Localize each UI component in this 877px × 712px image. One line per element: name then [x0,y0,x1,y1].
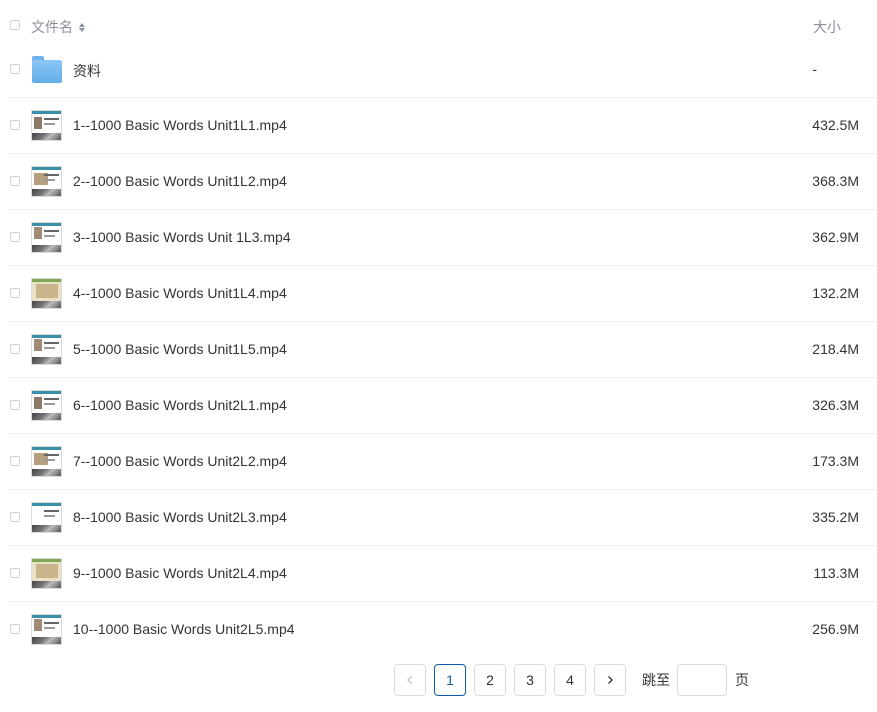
row-checkbox[interactable] [10,400,20,410]
file-name[interactable]: 2--1000 Basic Words Unit1L2.mp4 [73,173,287,189]
file-row[interactable]: 4--1000 Basic Words Unit1L4.mp4 132.2M [8,266,877,322]
file-row[interactable]: 3--1000 Basic Words Unit 1L3.mp4 362.9M [8,210,877,266]
chevron-right-icon [608,676,613,684]
file-size: 132.2M [812,285,859,301]
file-row[interactable]: 2--1000 Basic Words Unit1L2.mp4 368.3M [8,154,877,210]
file-name[interactable]: 10--1000 Basic Words Unit2L5.mp4 [73,621,295,637]
video-thumbnail-icon [31,166,62,197]
size-column-header: 大小 [813,19,841,35]
prev-page-button[interactable] [394,664,426,696]
pagination: 1 2 3 4 跳至 页 [394,664,749,696]
video-thumbnail-icon [31,446,62,477]
row-checkbox[interactable] [10,176,20,186]
folder-row[interactable]: 资料 - [8,42,877,98]
video-thumbnail-icon [31,558,62,589]
file-name[interactable]: 6--1000 Basic Words Unit2L1.mp4 [73,397,287,413]
file-name[interactable]: 5--1000 Basic Words Unit1L5.mp4 [73,341,287,357]
row-checkbox[interactable] [10,456,20,466]
folder-size: - [812,61,817,77]
row-checkbox[interactable] [10,344,20,354]
page-button-2[interactable]: 2 [474,664,506,696]
folder-name[interactable]: 资料 [73,61,101,81]
file-row[interactable]: 1--1000 Basic Words Unit1L1.mp4 432.5M [8,98,877,154]
file-size: 113.3M [813,565,859,581]
file-row[interactable]: 10--1000 Basic Words Unit2L5.mp4 256.9M [8,602,877,658]
chevron-left-icon [407,676,412,684]
file-row[interactable]: 7--1000 Basic Words Unit2L2.mp4 173.3M [8,434,877,490]
row-checkbox[interactable] [10,568,20,578]
page-button-1[interactable]: 1 [434,664,466,696]
jump-to-page-input[interactable] [677,664,727,696]
file-size: 362.9M [812,229,859,245]
video-thumbnail-icon [31,390,62,421]
jump-to-label: 跳至 [642,672,670,688]
file-size: 432.5M [812,117,859,133]
next-page-button[interactable] [594,664,626,696]
page-button-3[interactable]: 3 [514,664,546,696]
video-thumbnail-icon [31,222,62,253]
file-name[interactable]: 3--1000 Basic Words Unit 1L3.mp4 [73,229,291,245]
row-checkbox[interactable] [10,512,20,522]
video-thumbnail-icon [31,110,62,141]
file-name[interactable]: 1--1000 Basic Words Unit1L1.mp4 [73,117,287,133]
file-size: 368.3M [812,173,859,189]
row-checkbox[interactable] [10,288,20,298]
file-name[interactable]: 9--1000 Basic Words Unit2L4.mp4 [73,565,287,581]
page-suffix-label: 页 [735,672,749,688]
file-size: 173.3M [812,453,859,469]
row-checkbox[interactable] [10,232,20,242]
file-list: 资料 - 1--1000 Basic Words Unit1L1.mp4 432… [0,42,877,658]
video-thumbnail-icon [31,334,62,365]
file-row[interactable]: 5--1000 Basic Words Unit1L5.mp4 218.4M [8,322,877,378]
name-column-header[interactable]: 文件名 [31,17,85,37]
file-row[interactable]: 9--1000 Basic Words Unit2L4.mp4 113.3M [8,546,877,602]
file-name[interactable]: 4--1000 Basic Words Unit1L4.mp4 [73,285,287,301]
video-thumbnail-icon [31,502,62,533]
select-all-checkbox[interactable] [10,20,20,30]
file-size: 256.9M [812,621,859,637]
file-row[interactable]: 8--1000 Basic Words Unit2L3.mp4 335.2M [8,490,877,546]
file-size: 326.3M [812,397,859,413]
video-thumbnail-icon [31,614,62,645]
sort-icon[interactable] [79,22,85,32]
name-column-label: 文件名 [31,19,73,35]
page-button-4[interactable]: 4 [554,664,586,696]
folder-icon [32,56,62,83]
file-size: 218.4M [812,341,859,357]
file-row[interactable]: 6--1000 Basic Words Unit2L1.mp4 326.3M [8,378,877,434]
video-thumbnail-icon [31,278,62,309]
row-checkbox[interactable] [10,120,20,130]
file-name[interactable]: 7--1000 Basic Words Unit2L2.mp4 [73,453,287,469]
row-checkbox[interactable] [10,624,20,634]
file-name[interactable]: 8--1000 Basic Words Unit2L3.mp4 [73,509,287,525]
row-checkbox[interactable] [10,64,20,74]
file-size: 335.2M [812,509,859,525]
